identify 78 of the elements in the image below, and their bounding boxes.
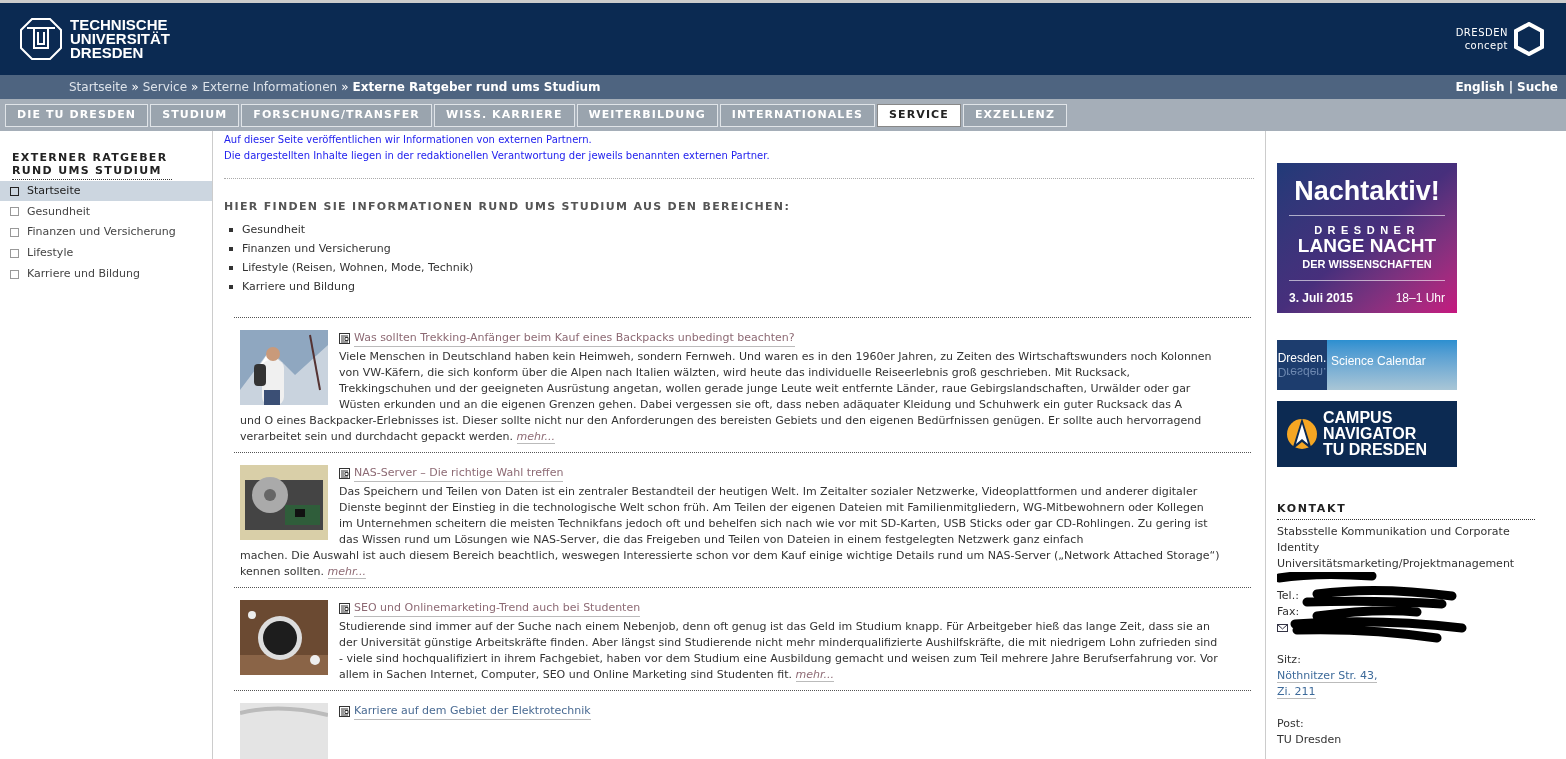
article-icon bbox=[339, 332, 350, 344]
email-icon bbox=[1277, 624, 1288, 632]
article-text: Studierende sind immer auf der Suche nach einem Nebenjob, denn oft genug ist das Geld im Studium knapp. Für Arbeitgeber hieß das lange Zeit, dass sie an der Universität günstige Arbeitskräfte finden. Aber längst sind Studierende nicht mehr minderqualifizierte Aushilfskräfte, die mit niedrigem Lohn zufrieden sind - viele sind hochqualifiziert in ihrem Fachgebiet, haben vor dem Studium eine Ausbildung gemacht und weisen zum Teil mehrere Jahre Berufserfahrung vor. Vor allem in Sachen Internet, Computer, SEO und Online Marketing sind Studenten fit. mehr... bbox=[339, 618, 1219, 683]
concept-logo[interactable]: DRESDEN concept bbox=[1455, 22, 1546, 56]
more-link[interactable]: mehr... bbox=[516, 429, 555, 444]
article-icon bbox=[339, 705, 350, 717]
banner-brand: Dresden. bbox=[1277, 351, 1327, 365]
phone-label: Tel.: bbox=[1277, 588, 1300, 604]
area-item: Finanzen und Versicherung bbox=[242, 240, 391, 257]
logo-text: TECHNISCHE bbox=[70, 18, 168, 32]
breadcrumb-current: Externe Ratgeber rund ums Studium bbox=[352, 79, 601, 96]
article-icon bbox=[339, 602, 350, 614]
more-link[interactable]: mehr... bbox=[327, 564, 366, 579]
contact-text: Universitätsmarketing/Projektmanagement bbox=[1277, 556, 1516, 572]
breadcrumb-link[interactable]: Startseite bbox=[69, 78, 128, 96]
article-text: machen. Die Auswahl ist auch diesem Bereich beachtlich, weswegen Interessierte schon vor dem Kauf einige wichtige Details rund um NAS-Server („Network Attached Storage“) kennen sollten. mehr... bbox=[240, 547, 1221, 580]
banner-line: CAMPUS bbox=[1323, 410, 1394, 426]
concept-text: concept bbox=[1464, 39, 1508, 52]
bullet-icon bbox=[229, 285, 233, 289]
article-icon bbox=[339, 467, 350, 479]
sidebar-item[interactable]: Lifestyle bbox=[0, 243, 212, 264]
sidebar-title: EXTERNER RATGEBER RUND UMS STUDIUM bbox=[12, 151, 172, 180]
article-title-link[interactable]: NAS-Server – Die richtige Wahl treffen bbox=[354, 464, 564, 482]
banner-headline: LANGE NACHT bbox=[1297, 236, 1437, 256]
search-link[interactable]: Suche bbox=[1517, 78, 1558, 96]
banner-title: Nachtaktiv! bbox=[1294, 175, 1440, 207]
language-link[interactable]: English bbox=[1455, 78, 1505, 96]
banner-line: NAVIGATOR bbox=[1323, 426, 1418, 442]
notice-text: Die dargestellten Inhalte liegen in der redaktionellen Verantwortung der jeweils benannten externen Partner. bbox=[224, 149, 771, 163]
link-separator: | bbox=[1508, 79, 1513, 96]
banner-date: 3. Juli 2015 bbox=[1289, 290, 1354, 307]
banner-label: Science Calendar bbox=[1331, 353, 1426, 370]
sidebar-item[interactable]: Karriere und Bildung bbox=[0, 264, 212, 285]
address-link[interactable]: Zi. 211 bbox=[1277, 685, 1316, 699]
event-banner[interactable]: Nachtaktiv! DRESDNER LANGE NACHT DER WISSENSCHAFTEN 3. Juli 2015 18–1 Uhr bbox=[1277, 163, 1457, 313]
concept-text: DRESDEN bbox=[1455, 26, 1508, 39]
banner-subline: DER WISSENSCHAFTEN bbox=[1302, 257, 1432, 272]
article-text: und O eines Backpacker-Erlebnisses ist. Dieser sollte nicht nur den Anforderungen des bereisten Gebiets und den eigenen Bedürfnissen genügen. Er sollte auch hervorragend verarbeitet sein und durchdacht gepackt werden. mehr... bbox=[240, 412, 1203, 445]
article-title-link[interactable]: SEO und Onlinemarketing-Trend auch bei Studenten bbox=[354, 599, 641, 617]
university-logo[interactable]: TECHNISCHE UNIVERSITÄT DRESDEN bbox=[20, 18, 170, 60]
notice-text: Auf dieser Seite veröffentlichen wir Informationen von externen Partnern. bbox=[224, 133, 593, 147]
sidebar-item[interactable]: Gesundheit bbox=[0, 201, 212, 222]
banner-line: TU DRESDEN bbox=[1323, 442, 1427, 458]
logo-text: UNIVERSITÄT bbox=[70, 32, 170, 46]
breadcrumb-separator: » bbox=[191, 79, 199, 96]
post-text: TU Dresden bbox=[1277, 732, 1343, 748]
area-item: Karriere und Bildung bbox=[242, 278, 355, 295]
more-link[interactable]: mehr... bbox=[795, 667, 834, 682]
breadcrumb-separator: » bbox=[131, 79, 139, 96]
article-title-link[interactable]: Was sollten Trekking-Anfänger beim Kauf eines Backpacks unbedingt beachten? bbox=[354, 329, 795, 347]
contact-text: Stabsstelle Kommunikation und Corporate Identity bbox=[1277, 524, 1511, 556]
breadcrumb-separator: » bbox=[341, 79, 349, 96]
contact-heading: KONTAKT bbox=[1277, 501, 1535, 520]
area-item: Lifestyle (Reisen, Wohnen, Mode, Technik) bbox=[242, 259, 474, 276]
bullet-icon bbox=[229, 266, 233, 270]
sidebar-item[interactable]: Finanzen und Versicherung bbox=[0, 222, 212, 243]
article-title-link[interactable]: Karriere auf dem Gebiet der Elektrotechnik bbox=[354, 702, 591, 720]
article-text: Das Speichern und Teilen von Daten ist ein zentraler Bestandteil der heutigen Welt. Im Zeitalter sozialer Netzwerke, Videoplattformen und anderer digitaler Dienste beginnt der Einstieg in die technologische Welt schon früh. Am Teilen der eigenen Dateien mit Familienmitgliedern, WG-Mitbewohnern oder Kollegen im Unternehmen scheitern die meisten Technikfans jedoch oft und behelfen sich nach wie vor mit SD-Karten, USB Sticks oder gar CD-Rohlingen. Zu gering ist das Wissen rund um Lösungen wie NAS-Server, die das Freigeben und Teilen von Dateien in einem festgelegten Netzwerk ganz einfach bbox=[339, 483, 1209, 548]
area-item: Gesundheit bbox=[242, 221, 306, 238]
post-label: Post: bbox=[1277, 716, 1305, 732]
aperture-icon bbox=[1512, 22, 1546, 56]
bullet-icon bbox=[229, 228, 233, 232]
sidebar-item[interactable]: Startseite bbox=[0, 181, 212, 201]
seat-label: Sitz: bbox=[1277, 652, 1302, 668]
banner-brand-mirror: Dresden. bbox=[1277, 365, 1327, 379]
address-link[interactable]: Nöthnitzer Str. 43, bbox=[1277, 669, 1378, 683]
navigator-banner[interactable]: CAMPUS NAVIGATOR TU DRESDEN bbox=[1277, 401, 1457, 467]
article-text: Viele Menschen in Deutschland haben kein Heimweh, sondern Fernweh. Und waren es in den 1960er Jahren, zu Zeiten des Wirtschaftswunders noch Kolonnen von VW-Käfern, die sich konform über die Alpen nach Italien wälzten, wird heute das individuelle Reiseerlebnis groß geschrieben. Mit Rucksack, Trekkingschuhen und der geeigneten Ausrüstung angetan, wollen gerade junge Leute weit entfernte Länder, raue Gebirgslandschaften, Urwälder oder gar Wüsten erkunden und an die eigenen Grenzen gehen. Dabei vergessen sie oft, dass neben adäquater Kleidung und Schuhwerk ein guter Rucksack das A bbox=[339, 348, 1213, 413]
nav-tab[interactable]: SERVICE bbox=[877, 103, 961, 127]
fax-label: Fax: bbox=[1277, 604, 1301, 620]
banner-time: 18–1 Uhr bbox=[1395, 290, 1445, 307]
banner-kicker: DRESDNER bbox=[1314, 224, 1420, 236]
logo-emblem-icon bbox=[20, 18, 62, 60]
logo-text: DRESDEN bbox=[70, 46, 145, 60]
section-heading: HIER FINDEN SIE INFORMATIONEN RUND UMS STUDIUM AUS DEN BEREICHEN: bbox=[224, 199, 792, 215]
bullet-icon bbox=[229, 247, 233, 251]
breadcrumb-link[interactable]: Service bbox=[142, 78, 188, 96]
breadcrumb-link[interactable]: Externe Informationen bbox=[202, 78, 338, 96]
